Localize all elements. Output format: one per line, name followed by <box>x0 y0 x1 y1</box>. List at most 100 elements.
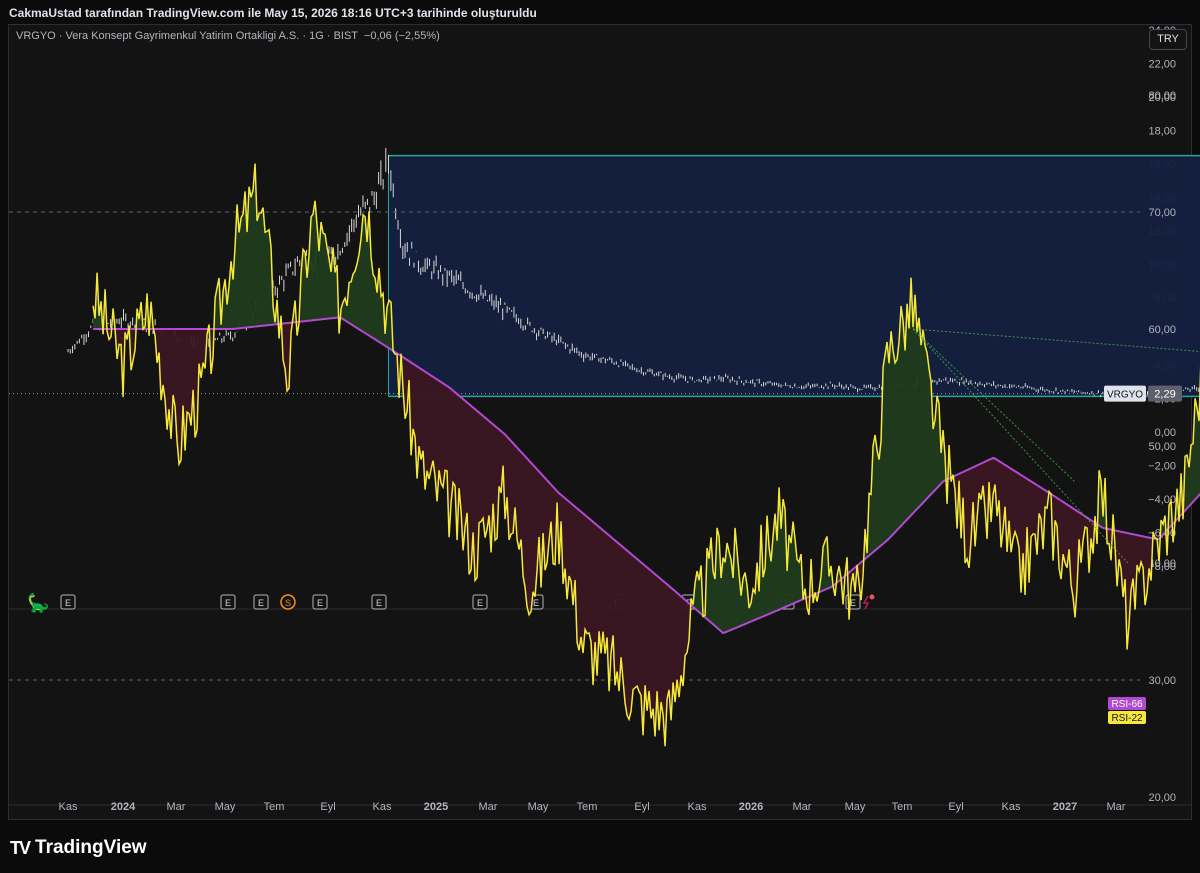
time-axis-tick: 2027 <box>1053 801 1077 813</box>
rsi-fill-segment <box>917 317 920 509</box>
rsi-fill-segment <box>525 456 528 607</box>
rsi-fill-segment <box>903 321 906 524</box>
time-axis-tick: May <box>528 801 549 813</box>
rsi-fill-segment <box>373 274 376 340</box>
rsi-fill-segment <box>617 542 620 692</box>
rsi-fill-segment <box>261 207 264 326</box>
rsi-fill-segment <box>923 329 926 503</box>
price-axis-tick: 22,00 <box>1148 59 1176 71</box>
rsi-fill-segment <box>439 380 442 484</box>
rsi-fill-segment <box>187 329 190 414</box>
rsi-fill-segment <box>1033 482 1036 535</box>
rsi-fill-segment <box>605 532 608 654</box>
rsi-fill-segment <box>519 449 522 550</box>
price-axis-tick: 0,00 <box>1155 427 1176 439</box>
rsi-fill-segment <box>727 542 730 632</box>
time-axis-tick: Mar <box>1107 801 1126 813</box>
time-axis-tick: 2025 <box>424 801 448 813</box>
rsi-fill-segment <box>877 450 880 549</box>
legend-interval: 1G <box>309 30 324 42</box>
tradingview-mark-icon: TV <box>10 837 31 858</box>
rsi-fill-segment <box>933 419 936 493</box>
rsi-fill-segment <box>1191 443 1194 504</box>
rsi-fill-segment <box>913 294 916 514</box>
rsi-fill-segment <box>531 462 534 612</box>
rsi-fill-segment <box>311 213 314 321</box>
rsi-fill-segment <box>249 186 252 328</box>
rsi-fill-segment <box>487 419 490 530</box>
rsi-fill-segment <box>509 438 512 540</box>
rsi-fill-segment <box>475 409 478 581</box>
rsi-fill-segment <box>1013 469 1016 540</box>
rsi-fill-segment <box>895 359 898 533</box>
rsi-fill-segment <box>919 317 922 507</box>
rsi-fill-segment <box>589 518 592 642</box>
rsi-fill-segment <box>119 329 122 345</box>
rsi-fill-segment <box>627 550 630 720</box>
rsi-fill-segment <box>413 363 416 437</box>
currency-button[interactable]: TRY <box>1149 29 1187 50</box>
rsi-fill-segment <box>1063 501 1066 563</box>
rsi-fill-segment <box>511 441 514 534</box>
time-axis-tick: Tem <box>892 801 913 813</box>
rsi-fill-segment <box>633 555 636 690</box>
legend-separator: · <box>302 30 307 42</box>
rsi-fill-segment <box>661 579 664 715</box>
symbol-legend[interactable]: VRGYO · Vera Konsept Gayrimenkul Yatirim… <box>16 30 440 42</box>
rsi-fill-segment <box>441 382 444 488</box>
rsi-fill-segment <box>495 426 498 541</box>
time-axis-tick: Eyl <box>948 801 963 813</box>
rsi-fill-segment <box>891 331 894 537</box>
rsi-fill-segment <box>797 559 800 602</box>
rsi-fill-segment <box>265 231 268 326</box>
rsi-fill-segment <box>887 341 890 541</box>
dino-icon: 🦕 <box>27 592 49 613</box>
rsi-fill-segment <box>587 516 590 634</box>
rsi-fill-segment <box>651 570 654 719</box>
rsi-fill-segment <box>421 369 424 460</box>
rsi-fill-segment <box>1197 408 1200 498</box>
rsi-fill-segment <box>445 384 448 471</box>
rsi-fill-segment <box>479 412 482 523</box>
measure-box <box>388 155 1200 397</box>
rsi-axis-tick: 50,00 <box>1148 441 1176 453</box>
rsi-fill-segment <box>685 599 688 656</box>
rsi-fill-segment <box>713 571 716 627</box>
rsi-axis-tick: 80,00 <box>1148 90 1176 102</box>
time-axis-tick: 2024 <box>111 801 136 813</box>
rsi-fill-segment <box>901 305 904 526</box>
rsi-fill-segment <box>1195 398 1198 500</box>
earnings-event-label: E <box>376 598 382 608</box>
tradingview-logo[interactable]: TV TradingView <box>10 837 147 859</box>
rsi-fill-segment <box>481 414 484 522</box>
earnings-event-label: E <box>477 598 483 608</box>
time-axis-tick: Kas <box>373 801 392 813</box>
rsi-fill-segment <box>585 515 588 634</box>
legend-separator: · <box>326 30 331 42</box>
rsi-axis-tick: 30,00 <box>1148 675 1176 687</box>
rsi-fill-segment <box>885 341 888 543</box>
rsi-fill-segment <box>529 460 532 615</box>
time-axis-tick: Kas <box>688 801 707 813</box>
legend-separator: · <box>58 30 63 42</box>
legend-exchange: BIST <box>333 30 358 42</box>
footer <box>0 820 1200 873</box>
tradingview-wordmark: TradingView <box>35 837 147 858</box>
rsi-fill-segment <box>465 400 468 527</box>
rsi-fill-segment <box>469 404 472 575</box>
time-axis-tick: Mar <box>167 801 186 813</box>
rsi-fill-segment <box>533 465 536 597</box>
rsi-fill-segment <box>631 553 634 712</box>
notification-dot-icon <box>869 594 875 600</box>
chart-canvas[interactable]: 24,0022,0020,0018,0016,0014,0012,0010,00… <box>0 0 1200 873</box>
rsi-fill-segment <box>545 478 548 571</box>
rsi-fill-segment <box>637 558 640 692</box>
rsi-fill-segment <box>723 557 726 634</box>
rsi-fill-segment <box>579 510 582 651</box>
time-axis-tick: Tem <box>264 801 285 813</box>
rsi-fill-segment <box>241 214 244 329</box>
time-axis-tick: 2026 <box>739 801 763 813</box>
rsi-fill-segment <box>349 281 352 325</box>
legend-company: Vera Konsept Gayrimenkul Yatirim Ortakli… <box>65 30 300 42</box>
rsi-fill-segment <box>303 249 306 322</box>
